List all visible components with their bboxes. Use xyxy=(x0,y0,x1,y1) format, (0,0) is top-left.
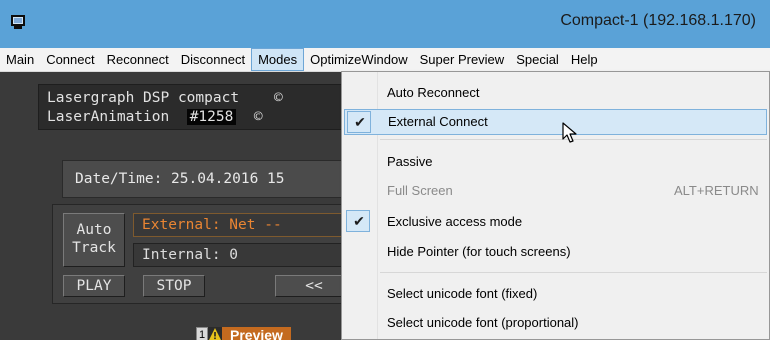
menu-item-label: Exclusive access mode xyxy=(387,214,523,229)
menu-item-label: Hide Pointer (for touch screens) xyxy=(387,244,571,259)
play-button[interactable]: PLAY xyxy=(63,275,125,297)
auto-track-line-1: Auto xyxy=(76,222,112,238)
menu-item-auto-reconnect[interactable]: Auto Reconnect xyxy=(344,80,767,106)
menu-separator xyxy=(380,272,767,273)
menu-item-label: External Connect xyxy=(388,114,488,129)
menu-disconnect[interactable]: Disconnect xyxy=(175,48,251,71)
menu-item-unicode-font-fixed[interactable]: Select unicode font (fixed) xyxy=(344,281,767,307)
menu-help[interactable]: Help xyxy=(565,48,604,71)
device-line-2: LaserAnimation #1258 © xyxy=(47,109,263,125)
auto-track-line-2: Track xyxy=(72,240,116,256)
menu-item-label: Auto Reconnect xyxy=(387,85,480,100)
menu-optimize-window[interactable]: OptimizeWindow xyxy=(304,48,414,71)
menu-item-full-screen[interactable]: Full Screen ALT+RETURN xyxy=(344,178,767,204)
title-bar[interactable]: Compact-1 (192.168.1.170) xyxy=(0,0,770,48)
check-indicator: ✔ xyxy=(347,111,371,133)
copyright-symbol: © xyxy=(273,90,283,106)
menu-connect[interactable]: Connect xyxy=(40,48,100,71)
preview-tab-strip: 1 Preview xyxy=(196,327,291,340)
menu-item-passive[interactable]: Passive xyxy=(344,149,767,175)
device-name: Lasergraph DSP compact xyxy=(47,90,240,106)
serial-number: #1258 xyxy=(186,109,237,125)
warning-icon xyxy=(208,327,222,340)
menu-bar: Main Connect Reconnect Disconnect Modes … xyxy=(0,48,770,72)
device-info-panel: Lasergraph DSP compact © LaserAnimation … xyxy=(38,84,348,130)
menu-item-label: Passive xyxy=(387,154,433,169)
external-source-field[interactable]: External: Net -- xyxy=(133,213,353,237)
menu-item-label: Select unicode font (fixed) xyxy=(387,286,538,301)
menu-item-shortcut: ALT+RETURN xyxy=(674,183,759,198)
datetime-display: Date/Time: 25.04.2016 15 xyxy=(62,160,352,198)
menu-item-unicode-font-proportional[interactable]: Select unicode font (proportional) xyxy=(344,310,767,336)
menu-item-exclusive-access-mode[interactable]: ✔ Exclusive access mode xyxy=(344,209,767,235)
menu-item-label: Full Screen xyxy=(387,183,453,198)
device-model: LaserAnimation xyxy=(47,109,170,125)
device-line-1: Lasergraph DSP compact © xyxy=(47,90,283,106)
checkmark-icon: ✔ xyxy=(353,213,365,229)
window-title: Compact-1 (192.168.1.170) xyxy=(560,12,756,29)
monitor-icon[interactable] xyxy=(10,14,26,30)
menu-special[interactable]: Special xyxy=(510,48,565,71)
stop-button[interactable]: STOP xyxy=(143,275,205,297)
auto-track-button[interactable]: Auto Track xyxy=(63,213,125,267)
menu-modes[interactable]: Modes xyxy=(251,48,305,71)
menu-item-label: Select unicode font (proportional) xyxy=(387,315,579,330)
menu-item-hide-pointer[interactable]: Hide Pointer (for touch screens) xyxy=(344,239,767,265)
menu-reconnect[interactable]: Reconnect xyxy=(101,48,175,71)
mouse-cursor-icon xyxy=(562,122,577,143)
menu-main[interactable]: Main xyxy=(0,48,40,71)
copyright-symbol-2: © xyxy=(253,109,263,125)
modes-dropdown-menu: Auto Reconnect ✔ External Connect Passiv… xyxy=(341,71,770,340)
check-indicator: ✔ xyxy=(346,210,370,232)
checkmark-icon: ✔ xyxy=(354,114,366,130)
menu-super-preview[interactable]: Super Preview xyxy=(414,48,511,71)
datetime-text: Date/Time: 25.04.2016 15 xyxy=(75,171,285,187)
menu-item-external-connect[interactable]: ✔ External Connect xyxy=(344,109,767,135)
preview-number: 1 xyxy=(196,327,208,340)
preview-tab[interactable]: Preview xyxy=(222,327,291,340)
internal-source-field[interactable]: Internal: 0 xyxy=(133,243,353,267)
track-control-group: Auto Track External: Net -- Internal: 0 … xyxy=(52,204,353,304)
